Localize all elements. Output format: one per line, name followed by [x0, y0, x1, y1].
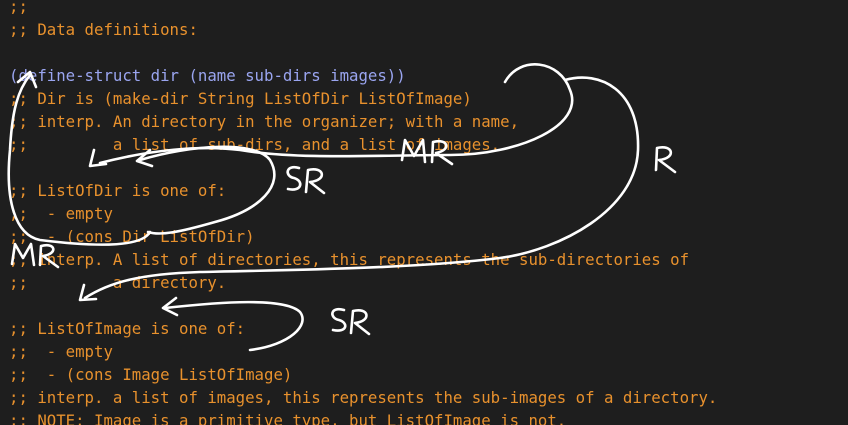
code-line[interactable]: ;; ListOfDir is one of:: [9, 179, 226, 202]
code-line[interactable]: ;; interp. An directory in the organizer…: [9, 110, 519, 133]
code-line[interactable]: ;; interp. A list of directories, this r…: [9, 248, 689, 271]
code-line[interactable]: ;; a directory.: [9, 271, 226, 294]
code-line[interactable]: ;; ListOfImage is one of:: [9, 317, 245, 340]
code-area[interactable]: ;;;; Data definitions: (define-struct dir…: [0, 0, 848, 425]
code-line[interactable]: ;; NOTE: Image is a primitive type, but …: [9, 409, 566, 425]
code-editor[interactable]: ;;;; Data definitions: (define-struct dir…: [0, 0, 848, 425]
code-line[interactable]: ;; - (cons Dir ListOfDir): [9, 225, 255, 248]
code-line[interactable]: ;; a list of sub-dirs, and a list of ima…: [9, 133, 500, 156]
code-line[interactable]: ;; Data definitions:: [9, 18, 198, 41]
code-line[interactable]: ;; - empty: [9, 202, 113, 225]
code-line[interactable]: ;; - empty: [9, 340, 113, 363]
code-line[interactable]: ;; interp. a list of images, this repres…: [9, 386, 717, 409]
code-line[interactable]: ;; - (cons Image ListOfImage): [9, 363, 292, 386]
code-line[interactable]: ;;: [9, 0, 28, 18]
code-line[interactable]: (define-struct dir (name sub-dirs images…: [9, 64, 406, 87]
code-line[interactable]: ;; Dir is (make-dir String ListOfDir Lis…: [9, 87, 472, 110]
